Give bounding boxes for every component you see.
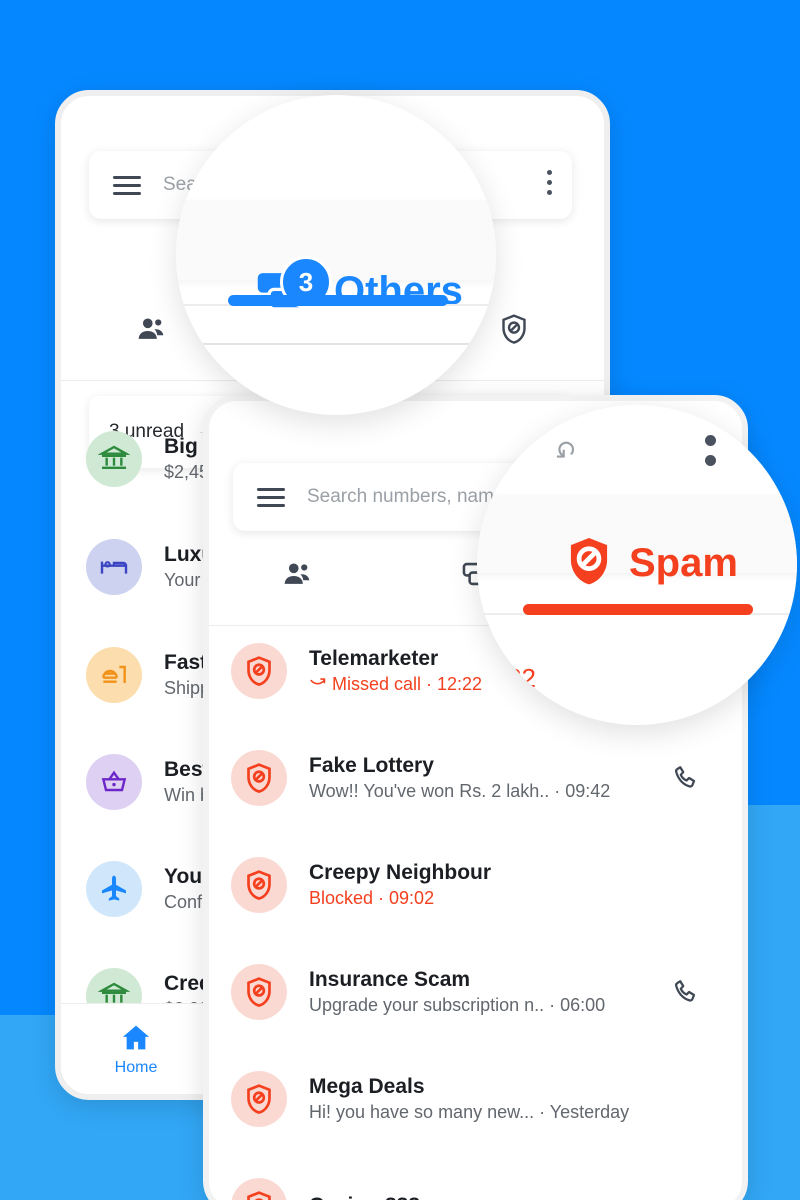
list-item[interactable]: Insurance Scam Upgrade your subscription… [209, 964, 742, 1020]
call-back-icon[interactable] [672, 763, 702, 793]
people-icon [284, 563, 310, 584]
magnified-tab-underline [228, 295, 448, 306]
list-item[interactable]: Mega Deals Hi! you have so many new... ·… [209, 1071, 742, 1127]
shield-block-icon [231, 1178, 287, 1200]
list-item-title: Mega Deals [309, 1074, 425, 1098]
shield-block-icon [231, 964, 287, 1020]
call-back-icon[interactable] [672, 977, 702, 1007]
list-item-subtitle: Wow!! You've won Rs. 2 lakh.. · 09:42 [309, 780, 611, 801]
others-magnifier: S 3 Others ad [176, 95, 496, 415]
shield-block-icon [231, 750, 287, 806]
list-item[interactable]: Creepy Neighbour Blocked · 09:02 [209, 857, 742, 913]
shield-block-icon [231, 643, 287, 699]
shield-block-icon [501, 314, 526, 344]
basket-icon [86, 754, 142, 810]
shield-block-icon [231, 1071, 287, 1127]
hamburger-icon[interactable] [257, 487, 285, 507]
magnified-tab-label: Spam [629, 540, 738, 585]
plane-icon [86, 861, 142, 917]
magnified-tab-spam[interactable]: Spam [563, 535, 738, 591]
others-magnifier-content: S 3 Others ad [176, 95, 496, 415]
magnified-refresh-glyph: ↺ [555, 434, 577, 464]
list-item-title: Casino 888 [309, 1193, 420, 1200]
list-item[interactable]: Fake Lottery Wow!! You've won Rs. 2 lakh… [209, 750, 742, 806]
kebab-menu-icon[interactable] [547, 170, 552, 195]
magnified-tab-underline [523, 604, 753, 615]
home-icon [122, 1025, 150, 1050]
list-item-title: Telemarketer [309, 646, 439, 670]
missed-call-icon [310, 677, 326, 685]
magnified-banner-rule [198, 343, 476, 345]
screenshot-stage: Search numbers, names & more [0, 0, 800, 1200]
list-item-subtitle: Missed call · 12:22 [309, 673, 482, 696]
list-item-subtitle: Blocked · 09:02 [309, 887, 435, 908]
message-stack-icon: 3 [254, 256, 332, 317]
list-item-title: Creepy Neighbour [309, 860, 492, 884]
bank-icon [86, 431, 142, 487]
magnified-search-fragment: , n [477, 483, 484, 515]
list-item-subtitle: Upgrade your subscription n.. · 06:00 [309, 994, 606, 1015]
nav-item-home-label: Home [114, 1059, 158, 1076]
spam-magnifier: ↺ , n Spam · 12:22 [477, 405, 797, 725]
list-item-title: Fake Lottery [309, 753, 434, 777]
spam-magnifier-content: ↺ , n Spam · 12:22 [477, 405, 797, 725]
kebab-menu-icon[interactable] [705, 435, 716, 466]
magnified-banner-fragment: ad [176, 325, 192, 356]
hamburger-icon[interactable] [113, 175, 141, 195]
tab-calls[interactable] [209, 546, 387, 602]
magnified-search-fragment: S [176, 173, 185, 205]
magnified-tab-others[interactable]: 3 Others [254, 256, 463, 317]
bed-icon [86, 539, 142, 595]
magnified-time-fragment: · 12:22 [477, 663, 536, 693]
nav-item-home[interactable]: Home [61, 1021, 211, 1077]
list-item-title: Insurance Scam [309, 967, 471, 991]
list-item-subtitle: Hi! you have so many new... · Yesterday [309, 1101, 630, 1122]
magnified-tab-label: Others [334, 268, 463, 313]
shield-block-icon [231, 857, 287, 913]
food-icon [86, 647, 142, 703]
list-item[interactable]: Casino 888 [209, 1178, 742, 1200]
people-icon [138, 318, 163, 339]
shield-block-icon [570, 538, 608, 585]
